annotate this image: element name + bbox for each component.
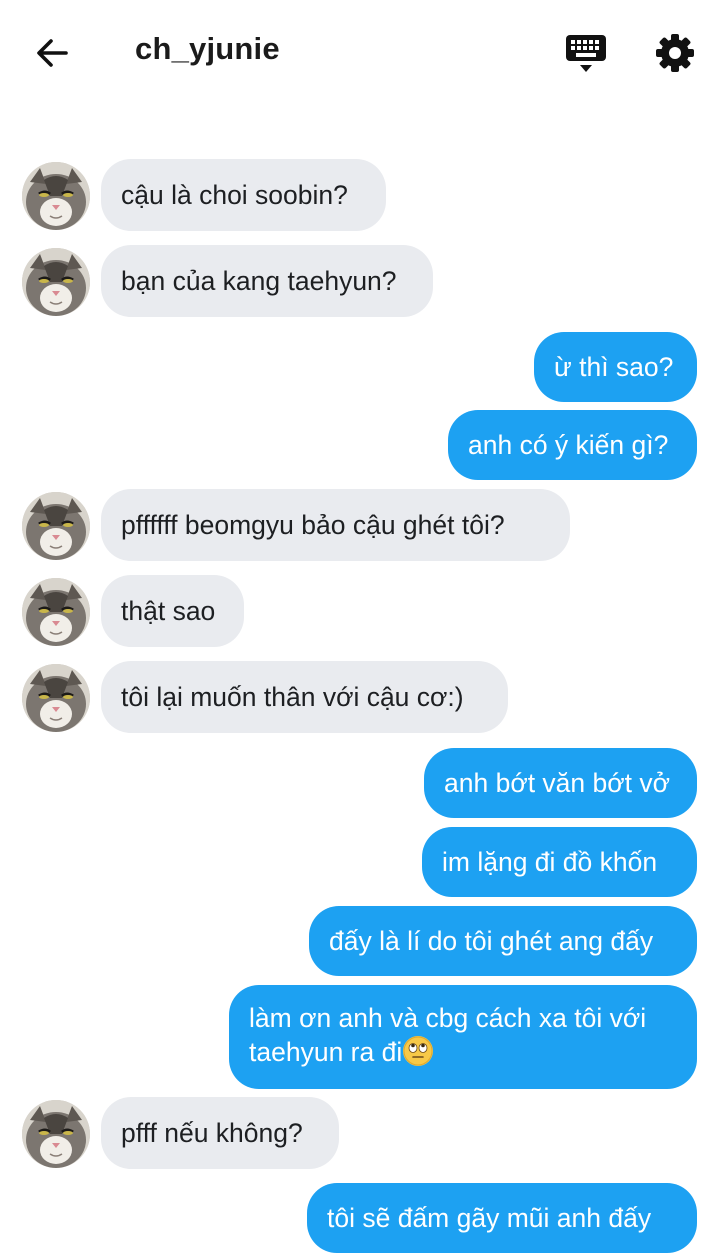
message-text: cậu là choi soobin? [121,180,348,210]
message-text: ừ thì sao? [554,352,674,382]
message-text: anh có ý kiến gì? [468,430,669,460]
message-text: pfff nếu không? [121,1118,303,1148]
incoming-message[interactable]: pffffff beomgyu bảo cậu ghét tôi? [101,489,570,561]
incoming-message[interactable]: pfff nếu không? [101,1097,339,1169]
outgoing-message[interactable]: anh bớt văn bớt vở [424,748,697,818]
incoming-message[interactable]: bạn của kang taehyun? [101,245,433,317]
chat-header: ch_yjunie [0,0,720,104]
message-text: tôi lại muốn thân với cậu cơ:) [121,682,464,712]
arrow-left-icon [37,39,68,67]
avatar[interactable] [22,492,90,560]
incoming-message[interactable]: cậu là choi soobin? [101,159,386,231]
avatar[interactable] [22,664,90,732]
message-text: anh bớt văn bớt vở [444,768,670,798]
cat-avatar-image [22,578,90,646]
outgoing-message[interactable]: tôi sẽ đấm gãy mũi anh đấy [307,1183,697,1253]
message-text: pffffff beomgyu bảo cậu ghét tôi? [121,510,505,540]
chat-username: ch_yjunie [135,31,280,66]
incoming-message[interactable]: tôi lại muốn thân với cậu cơ:) [101,661,508,733]
settings-button[interactable] [652,30,698,76]
message-text: tôi sẽ đấm gãy mũi anh đấy [327,1203,652,1233]
cat-avatar-image [22,162,90,230]
message-text: bạn của kang taehyun? [121,266,397,296]
message-text: làm ơn anh và cbg cách xa tôi với taehyu… [249,1001,675,1069]
cat-avatar-image [22,492,90,560]
message-text: đấy là lí do tôi ghét ang đấy [329,926,654,956]
avatar[interactable] [22,1100,90,1168]
outgoing-message[interactable]: ừ thì sao? [534,332,697,402]
back-button[interactable] [30,30,76,76]
cat-avatar-image [22,248,90,316]
face-with-rolling-eyes-icon [403,1036,434,1066]
avatar[interactable] [22,248,90,316]
message-text-body: làm ơn anh và cbg cách xa tôi với taehyu… [249,1003,647,1067]
avatar[interactable] [22,162,90,230]
keyboard-button[interactable] [563,30,609,76]
outgoing-message[interactable]: làm ơn anh và cbg cách xa tôi với taehyu… [229,985,697,1089]
outgoing-message[interactable]: anh có ý kiến gì? [448,410,697,480]
message-text: im lặng đi đồ khốn [442,847,658,877]
outgoing-message[interactable]: đấy là lí do tôi ghét ang đấy [309,906,697,976]
cat-avatar-image [22,1100,90,1168]
keyboard-icon [566,35,606,72]
avatar[interactable] [22,578,90,646]
gear-icon [656,34,694,72]
message-text: thật sao [121,596,216,626]
cat-avatar-image [22,664,90,732]
outgoing-message[interactable]: im lặng đi đồ khốn [422,827,697,897]
incoming-message[interactable]: thật sao [101,575,244,647]
